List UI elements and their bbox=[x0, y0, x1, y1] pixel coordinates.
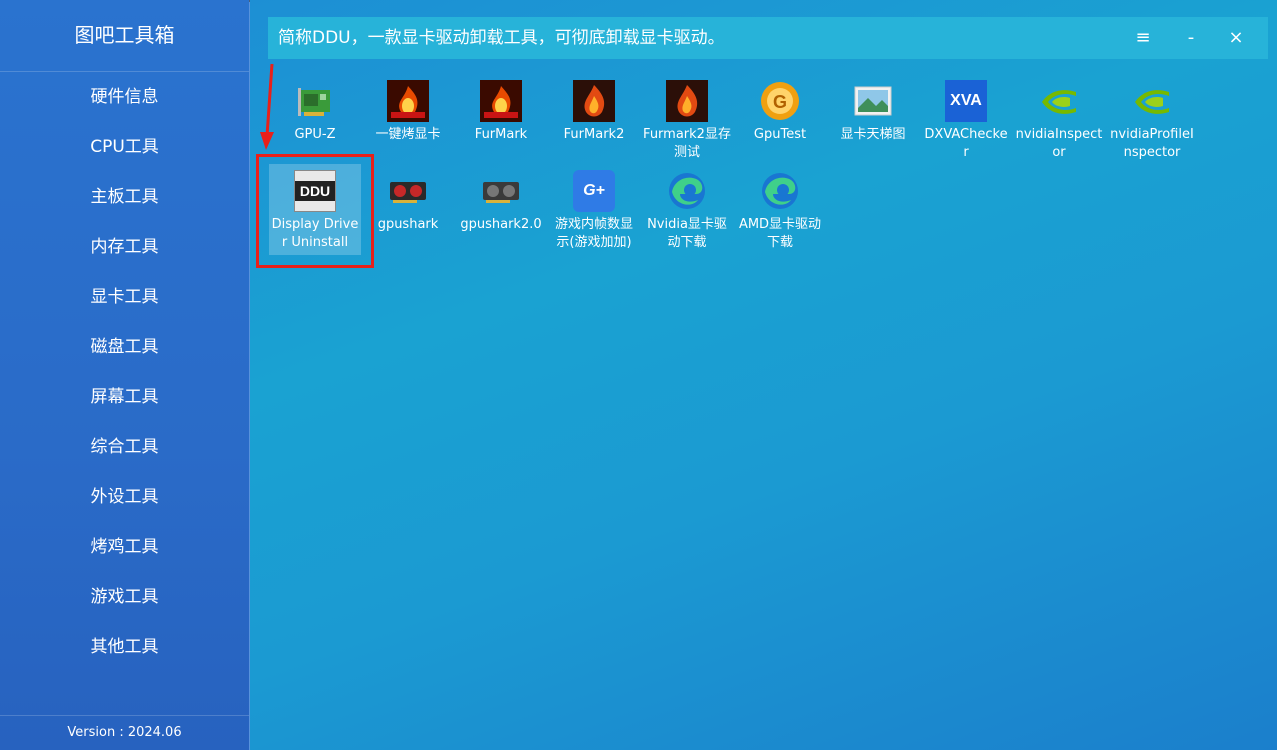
tool-description: 简称DDU，一款显卡驱动卸载工具，可彻底卸载显卡驱动。 bbox=[278, 28, 725, 48]
tool-gpu-burn[interactable]: 一键烤显卡 bbox=[362, 74, 454, 144]
tool-label: nvidiaInspector bbox=[1015, 127, 1103, 160]
furmark-icon bbox=[387, 80, 429, 122]
sidebar-item-peripheral-tools[interactable]: 外设工具 bbox=[0, 472, 249, 522]
tool-nvidia-profile-inspector[interactable]: nvidiaProfileInspector bbox=[1106, 74, 1198, 162]
nvidia-icon bbox=[1131, 80, 1173, 122]
tool-label: FurMark2 bbox=[563, 127, 625, 142]
close-button[interactable]: × bbox=[1223, 25, 1249, 51]
edge-icon bbox=[666, 170, 708, 212]
app-title: 图吧工具箱 bbox=[0, 0, 249, 72]
tool-nvidia-inspector[interactable]: nvidiaInspector bbox=[1013, 74, 1105, 162]
tool-label: Nvidia显卡驱动下载 bbox=[647, 217, 727, 250]
tool-label: gpushark2.0 bbox=[460, 217, 542, 232]
tool-gpushark[interactable]: gpushark bbox=[362, 164, 454, 234]
sidebar-item-memory-tools[interactable]: 内存工具 bbox=[0, 222, 249, 272]
gputest-icon: G bbox=[759, 80, 801, 122]
image-icon bbox=[852, 80, 894, 122]
menu-button[interactable]: ≡ bbox=[1130, 25, 1156, 51]
gpu-card-icon bbox=[294, 80, 336, 122]
tool-label: Furmark2显存测试 bbox=[643, 127, 731, 160]
sidebar-item-stress-tools[interactable]: 烤鸡工具 bbox=[0, 522, 249, 572]
tool-label: 游戏内帧数显示(游戏加加) bbox=[554, 217, 633, 250]
tool-label: FurMark bbox=[474, 127, 528, 142]
version-label: Version : 2024.06 bbox=[0, 715, 249, 750]
tool-gpu-z[interactable]: GPU-Z bbox=[269, 74, 361, 144]
tool-dxvachecker[interactable]: XVA DXVAChecker bbox=[920, 74, 1012, 162]
tool-nvidia-driver-download[interactable]: Nvidia显卡驱动下载 bbox=[641, 164, 733, 252]
tool-furmark2[interactable]: FurMark2 bbox=[548, 74, 640, 144]
sidebar-item-screen-tools[interactable]: 屏幕工具 bbox=[0, 372, 249, 422]
nvidia-icon bbox=[1038, 80, 1080, 122]
sidebar-item-cpu-tools[interactable]: CPU工具 bbox=[0, 122, 249, 172]
edge-icon bbox=[759, 170, 801, 212]
tool-label: gpushark bbox=[377, 217, 439, 232]
furmark2-icon bbox=[573, 80, 615, 122]
furmark2-icon bbox=[666, 80, 708, 122]
tool-label: nvidiaProfileInspector bbox=[1110, 127, 1194, 160]
tool-amd-driver-download[interactable]: AMD显卡驱动下载 bbox=[734, 164, 826, 252]
sidebar-item-disk-tools[interactable]: 磁盘工具 bbox=[0, 322, 249, 372]
game-plus-icon: G+ bbox=[573, 170, 615, 212]
minimize-button[interactable]: - bbox=[1178, 25, 1204, 51]
sidebar: 图吧工具箱 硬件信息 CPU工具 主板工具 内存工具 显卡工具 磁盘工具 屏幕工… bbox=[0, 0, 249, 750]
tool-gputest[interactable]: G GpuTest bbox=[734, 74, 826, 144]
tool-label: AMD显卡驱动下载 bbox=[738, 217, 822, 250]
sidebar-nav: 硬件信息 CPU工具 主板工具 内存工具 显卡工具 磁盘工具 屏幕工具 综合工具… bbox=[0, 72, 249, 672]
xva-icon: XVA bbox=[945, 80, 987, 122]
sidebar-item-game-tools[interactable]: 游戏工具 bbox=[0, 572, 249, 622]
furmark-icon bbox=[480, 80, 522, 122]
description-bar: 简称DDU，一款显卡驱动卸载工具，可彻底卸载显卡驱动。 ≡ - × bbox=[268, 17, 1268, 59]
sidebar-item-hardware-info[interactable]: 硬件信息 bbox=[0, 72, 249, 122]
tool-label: 显卡天梯图 bbox=[840, 127, 906, 142]
tool-gpushark2[interactable]: gpushark2.0 bbox=[455, 164, 547, 234]
tool-label: GpuTest bbox=[753, 127, 807, 142]
tool-label: GPU-Z bbox=[294, 127, 336, 142]
tool-label: DXVAChecker bbox=[924, 127, 1008, 160]
tool-furmark[interactable]: FurMark bbox=[455, 74, 547, 144]
annotation-arrow bbox=[260, 63, 274, 150]
tool-furmark2-vram-test[interactable]: Furmark2显存测试 bbox=[641, 74, 733, 162]
annotation-highlight-box bbox=[256, 154, 374, 268]
graphics-card-icon bbox=[480, 170, 522, 212]
graphics-card-icon bbox=[387, 170, 429, 212]
sidebar-item-other-tools[interactable]: 其他工具 bbox=[0, 622, 249, 672]
tool-label: 一键烤显卡 bbox=[375, 127, 441, 142]
sidebar-item-general-tools[interactable]: 综合工具 bbox=[0, 422, 249, 472]
tool-game-fps-overlay[interactable]: G+ 游戏内帧数显示(游戏加加) bbox=[548, 164, 640, 252]
svg-text:G: G bbox=[773, 92, 787, 112]
sidebar-item-gpu-tools[interactable]: 显卡工具 bbox=[0, 272, 249, 322]
tool-gpu-ranking[interactable]: 显卡天梯图 bbox=[827, 74, 919, 144]
sidebar-item-motherboard-tools[interactable]: 主板工具 bbox=[0, 172, 249, 222]
